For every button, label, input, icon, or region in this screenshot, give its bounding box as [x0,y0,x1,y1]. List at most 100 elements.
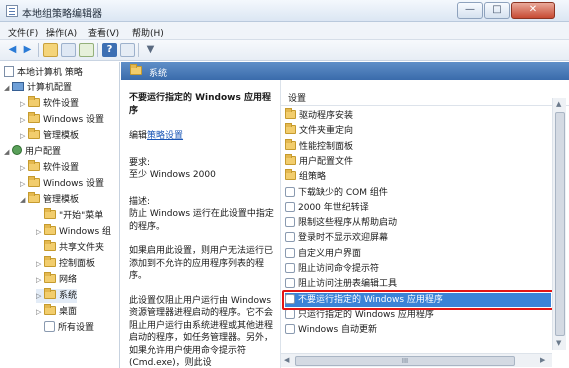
show-tree-icon[interactable] [61,43,76,57]
settings-item-label: 自定义用户界面 [298,248,362,259]
detail-explanation: 此设置仅阻止用户运行由 Windows 资源管理器进程启动的程序。它不会阻止用户… [129,295,274,368]
horizontal-scrollbar[interactable]: ◀ III ▶ [281,353,552,367]
collapsed-arrow-icon[interactable]: ▷ [20,113,28,127]
toolbar-divider [38,43,39,57]
tree-label: 系统 [59,291,78,301]
tree-label: 软件设置 [43,163,80,173]
settings-list-item[interactable]: 驱动程序安装 [285,108,551,123]
settings-item-label: 文件夹重定向 [299,126,354,137]
maximize-button[interactable]: □ [484,2,510,19]
description-pane: 不要运行指定的 Windows 应用程序 编辑策略设置 要求: 至少 Windo… [121,80,280,368]
menu-file[interactable]: 文件(F) [8,26,38,39]
settings-list-item[interactable]: 阻止访问命令提示符 [285,262,551,276]
menu-action[interactable]: 操作(A) [46,26,77,39]
folder-icon [285,123,296,135]
policy-setting-icon [285,278,295,289]
scroll-left-icon[interactable]: ◀ [284,356,289,364]
collapsed-arrow-icon[interactable]: ▷ [36,289,44,303]
folder-icon [44,288,56,299]
settings-list-item[interactable]: 2000 年世纪转译 [285,201,551,215]
all-settings-icon [44,321,55,332]
collapsed-arrow-icon[interactable]: ▷ [20,161,28,175]
tree-label: 用户配置 [25,147,62,157]
forward-arrow-icon[interactable]: ▶ [20,43,35,57]
settings-list-item[interactable]: 组策略 [285,169,551,184]
settings-list-item[interactable]: 用户配置文件 [285,153,551,169]
folder-icon [44,240,56,251]
collapsed-arrow-icon[interactable]: ▷ [36,273,44,287]
settings-list-item[interactable]: 性能控制面板 [285,138,551,154]
folder-icon [44,208,56,219]
tree-label: 共享文件夹 [59,243,105,253]
properties-icon[interactable] [120,43,135,57]
tree-item-computer-config[interactable]: ◢ 计算机配置 [4,81,72,95]
settings-list-item[interactable]: 限制这些程序从帮助启动 [285,216,551,230]
horizontal-scroll-thumb[interactable]: III [295,356,515,366]
settings-item-label: 只运行指定的 Windows 应用程序 [298,309,434,320]
scroll-right-icon[interactable]: ▶ [540,356,545,364]
tree-item-shared-folders[interactable]: 共享文件夹 [44,240,105,255]
settings-list-item[interactable]: 文件夹重定向 [285,123,551,138]
requirement-value: 至少 Windows 2000 [129,170,216,180]
tree-item-software-settings[interactable]: ▷ 软件设置 [20,96,79,111]
export-list-icon[interactable] [79,43,94,57]
collapsed-arrow-icon[interactable]: ▷ [36,305,44,319]
tree-item-start-menu[interactable]: "开始"菜单 [44,208,103,223]
collapsed-arrow-icon[interactable]: ▷ [20,97,28,111]
vertical-scroll-thumb[interactable] [555,112,565,336]
settings-list-item[interactable]: Windows 自动更新 [285,323,551,337]
edit-policy-link[interactable]: 策略设置 [147,131,183,141]
expanded-arrow-icon[interactable]: ◢ [4,145,12,159]
policy-setting-icon [285,217,295,228]
tree-item-all-settings[interactable]: 所有设置 [44,321,94,335]
tree-item-network[interactable]: ▷ 网络 [36,272,77,287]
settings-list-item[interactable]: 下载缺少的 COM 组件 [285,186,551,200]
settings-item-label: 用户配置文件 [299,156,354,167]
folder-icon [28,176,40,187]
help-icon[interactable]: ? [102,43,117,57]
tree-item-user-config[interactable]: ◢ 用户配置 [4,145,61,159]
highlight-annotation [282,290,554,310]
tree-item-system[interactable]: ▷ 系统 [36,288,78,303]
tree-item-windows-settings[interactable]: ▷ Windows 设置 [20,112,104,127]
up-folder-icon[interactable] [43,43,58,57]
collapsed-arrow-icon[interactable]: ▷ [36,257,44,271]
menu-view[interactable]: 查看(V) [88,26,119,39]
tree-item-software-settings-user[interactable]: ▷ 软件设置 [20,160,80,175]
collapsed-arrow-icon[interactable]: ▷ [20,129,28,143]
scroll-down-icon[interactable]: ▼ [556,339,561,347]
vertical-scrollbar[interactable]: ▲ ▼ [552,98,566,350]
expanded-arrow-icon[interactable]: ◢ [4,81,12,95]
expanded-arrow-icon[interactable]: ◢ [20,193,28,207]
tree-item-windows-settings-user[interactable]: ▷ Windows 设置 [20,176,105,191]
tree-item-control-panel[interactable]: ▷ 控制面板 [36,256,95,271]
description-label: 描述: [129,196,151,207]
settings-item-label: 登录时不显示欢迎屏幕 [298,233,389,244]
tree-label: 管理模板 [43,131,80,141]
folder-icon [44,256,56,267]
filter-icon[interactable]: ▼ [143,43,158,57]
collapsed-arrow-icon[interactable]: ▷ [36,225,44,239]
folder-icon [130,64,142,75]
menu-help[interactable]: 帮助(H) [132,26,164,39]
minimize-button[interactable]: — [457,2,483,19]
description-text: 防止 Windows 运行在此设置中指定的程序。 [129,209,274,232]
tree-item-admin-templates-user[interactable]: ◢ 管理模板 [20,192,79,207]
close-button[interactable]: ✕ [511,2,555,19]
back-arrow-icon[interactable]: ◀ [5,43,20,57]
policy-title: 不要运行指定的 Windows 应用程序 [129,93,271,116]
scroll-up-icon[interactable]: ▲ [556,100,561,108]
tree-item-admin-templates[interactable]: ▷ 管理模板 [20,128,80,143]
settings-list-item[interactable]: 自定义用户界面 [285,247,551,261]
settings-column-header[interactable]: 设置 [281,88,569,106]
tree-item-windows-components[interactable]: ▷ Windows 组 [36,224,111,239]
tree-item-desktop[interactable]: ▷ 桌面 [36,304,77,319]
edit-policy-line: 编辑策略设置 [129,130,274,143]
policy-setting-icon [285,324,295,335]
collapsed-arrow-icon[interactable]: ▷ [20,177,28,191]
settings-list-item[interactable]: 登录时不显示欢迎屏幕 [285,231,551,245]
tree-item-root[interactable]: 本地计算机 策略 [4,66,83,80]
tree-label: 计算机配置 [27,83,73,93]
tree-label: Windows 设置 [43,179,105,189]
folder-icon [44,224,56,235]
